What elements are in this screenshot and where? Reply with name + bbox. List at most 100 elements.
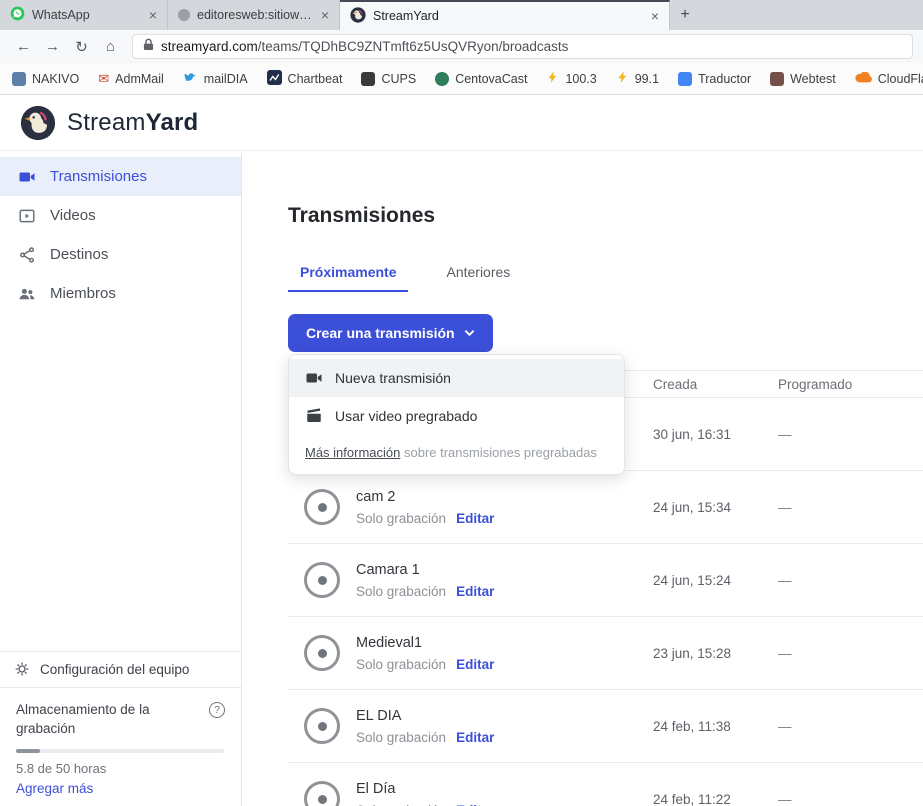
table-row[interactable]: EL DIA Solo grabación Editar 24 feb, 11:…	[288, 690, 923, 763]
tab-title: StreamYard	[373, 9, 642, 23]
browser-tab-whatsapp[interactable]: WhatsApp ×	[0, 0, 168, 30]
tab-title: WhatsApp	[32, 8, 140, 22]
sidebar-item-label: Destinos	[50, 246, 108, 263]
scheduled-cell: —	[778, 500, 923, 515]
storage-progress-fill	[16, 749, 40, 753]
gear-icon	[14, 661, 30, 677]
broadcast-tabs: Próximamente Anteriores	[288, 258, 923, 292]
edit-link[interactable]: Editar	[456, 657, 494, 672]
scheduled-cell: —	[778, 792, 923, 806]
browser-tab-streamyard[interactable]: StreamYard ×	[340, 0, 670, 30]
bookmark-cloudflare[interactable]: CloudFlare	[855, 72, 923, 86]
more-info-link[interactable]: Más información	[305, 445, 400, 460]
translate-icon	[678, 72, 692, 86]
forward-icon[interactable]: →	[39, 38, 66, 55]
streamyard-logo[interactable]	[20, 105, 56, 141]
bookmark-label: CentovaCast	[455, 72, 527, 86]
broadcast-type: Solo grabación	[356, 657, 446, 672]
broadcast-title: EL DIA	[356, 708, 494, 724]
close-icon[interactable]: ×	[319, 8, 331, 22]
edit-link[interactable]: Editar	[456, 730, 494, 745]
close-icon[interactable]: ×	[147, 8, 159, 22]
lightning-icon	[546, 70, 559, 87]
url-input[interactable]: streamyard.com/teams/TQDhBC9ZNTmft6z5UsQ…	[132, 34, 913, 59]
sidebar-item-destinos[interactable]: Destinos	[0, 235, 241, 274]
bookmark-traductor[interactable]: Traductor	[678, 72, 751, 86]
edit-link[interactable]: Editar	[456, 511, 494, 526]
created-cell: 24 feb, 11:38	[653, 719, 778, 734]
streamyard-favicon	[350, 7, 366, 26]
sidebar-item-transmisiones[interactable]: Transmisiones	[0, 157, 241, 196]
whatsapp-icon	[10, 6, 25, 24]
bookmark-label: mailDIA	[204, 72, 248, 86]
tab-proximamente[interactable]: Próximamente	[288, 258, 408, 292]
lock-icon	[143, 38, 154, 56]
bookmark-admmail[interactable]: ✉ AdmMail	[98, 72, 164, 86]
back-icon[interactable]: ←	[10, 38, 37, 55]
create-broadcast-button[interactable]: Crear una transmisión	[288, 314, 493, 352]
edit-link[interactable]: Editar	[456, 803, 494, 806]
bookmark-label: CUPS	[381, 72, 416, 86]
menu-item-video-pregrabado[interactable]: Usar video pregrabado	[289, 397, 624, 435]
team-settings-button[interactable]: Configuración del equipo	[0, 651, 241, 687]
bookmark-webtest[interactable]: Webtest	[770, 72, 836, 86]
home-icon[interactable]: ⌂	[97, 38, 124, 55]
bookmark-label: 100.3	[565, 72, 596, 86]
new-tab-button[interactable]: +	[670, 0, 700, 30]
bookmark-label: NAKIVO	[32, 72, 79, 86]
more-info-rest: sobre transmisiones pregrabadas	[400, 445, 597, 460]
bookmark-100-3[interactable]: 100.3	[546, 70, 596, 87]
tab-anteriores[interactable]: Anteriores	[434, 258, 522, 292]
shield-icon	[12, 72, 26, 86]
table-row[interactable]: cam 2 Solo grabación Editar 24 jun, 15:3…	[288, 471, 923, 544]
record-icon	[304, 708, 340, 744]
storage-section: Almacenamiento de la grabación ? 5.8 de …	[0, 687, 241, 806]
url-domain: streamyard.com	[161, 39, 258, 54]
bookmarks-bar: NAKIVO ✉ AdmMail mailDIA Chartbeat CUPS …	[0, 63, 923, 95]
edit-link[interactable]: Editar	[456, 584, 494, 599]
broadcast-title: Medieval1	[356, 635, 494, 651]
menu-item-label: Nueva transmisión	[335, 370, 451, 386]
main-content: Transmisiones Próximamente Anteriores Cr…	[242, 151, 923, 806]
bookmark-maildia[interactable]: mailDIA	[183, 70, 248, 88]
bird-icon	[183, 70, 198, 88]
page-title: Transmisiones	[288, 203, 923, 229]
broadcast-title: cam 2	[356, 489, 494, 505]
bookmark-centovacast[interactable]: CentovaCast	[435, 72, 527, 86]
scheduled-cell: —	[778, 427, 923, 442]
sidebar-item-miembros[interactable]: Miembros	[0, 274, 241, 313]
menu-item-nueva-transmision[interactable]: Nueva transmisión	[289, 359, 624, 397]
bookmark-label: Chartbeat	[288, 72, 343, 86]
video-camera-icon	[18, 168, 36, 186]
table-row[interactable]: Camara 1 Solo grabación Editar 24 jun, 1…	[288, 544, 923, 617]
browser-tab-editoresweb[interactable]: editoresweb:sitioweb:eldia.co ×	[168, 0, 340, 30]
webtest-icon	[770, 72, 784, 86]
table-row[interactable]: El Día Solo grabación Editar 24 feb, 11:…	[288, 763, 923, 806]
close-icon[interactable]: ×	[649, 9, 661, 23]
bookmark-cups[interactable]: CUPS	[361, 72, 416, 86]
record-icon	[304, 635, 340, 671]
chevron-down-icon	[464, 329, 475, 337]
created-cell: 24 jun, 15:34	[653, 500, 778, 515]
printer-icon	[361, 72, 375, 86]
sidebar-item-videos[interactable]: Videos	[0, 196, 241, 235]
brand-name[interactable]: StreamYard	[67, 109, 198, 137]
team-settings-label: Configuración del equipo	[40, 662, 189, 677]
bookmark-label: Webtest	[790, 72, 836, 86]
app-header: StreamYard	[0, 95, 923, 150]
reload-icon[interactable]: ↻	[68, 38, 95, 56]
lightning-icon	[616, 70, 629, 87]
bookmark-99-1[interactable]: 99.1	[616, 70, 659, 87]
bookmark-label: 99.1	[635, 72, 659, 86]
table-row[interactable]: Medieval1 Solo grabación Editar 23 jun, …	[288, 617, 923, 690]
video-player-icon	[18, 207, 36, 225]
add-more-link[interactable]: Agregar más	[16, 781, 93, 796]
bookmark-chartbeat[interactable]: Chartbeat	[267, 70, 343, 88]
broadcast-title: Camara 1	[356, 562, 494, 578]
bookmark-nakivo[interactable]: NAKIVO	[12, 72, 79, 86]
help-icon[interactable]: ?	[209, 702, 225, 718]
storage-title: Almacenamiento de la grabación	[16, 700, 194, 739]
scheduled-cell: —	[778, 646, 923, 661]
envelope-icon: ✉	[98, 72, 109, 85]
broadcast-type: Solo grabación	[356, 584, 446, 599]
